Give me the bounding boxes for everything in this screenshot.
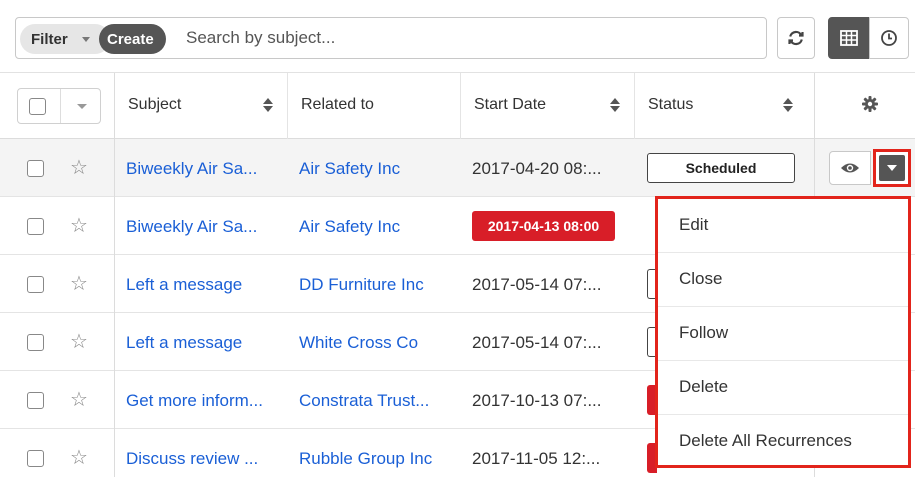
related-link[interactable]: Air Safety Inc xyxy=(299,159,400,179)
sort-icon[interactable] xyxy=(263,97,273,113)
select-all-column xyxy=(15,73,104,139)
star-icon[interactable]: ☆ xyxy=(70,448,88,468)
row-checkbox[interactable] xyxy=(27,160,44,177)
chevron-down-icon[interactable] xyxy=(77,104,87,109)
subject-link[interactable]: Discuss review ... xyxy=(126,449,258,469)
activity-stream-button[interactable] xyxy=(869,17,909,59)
row-checkbox[interactable] xyxy=(27,392,44,409)
table-header: Subject Related to Start Date Status xyxy=(0,73,915,139)
row-actions-dropdown-button[interactable] xyxy=(873,149,911,187)
related-link[interactable]: White Cross Co xyxy=(299,333,418,353)
subject-link[interactable]: Left a message xyxy=(126,333,242,353)
row-checkbox[interactable] xyxy=(27,218,44,235)
status-label: Scheduled xyxy=(685,160,757,176)
start-date: 2017-10-13 07:... xyxy=(472,391,602,410)
column-header-start-date[interactable]: Start Date xyxy=(460,73,634,139)
subject-link[interactable]: Biweekly Air Sa... xyxy=(126,217,257,237)
subject-link[interactable]: Left a message xyxy=(126,275,242,295)
menu-item-label: Close xyxy=(679,269,723,288)
menu-item-edit[interactable]: Edit xyxy=(658,199,908,253)
sort-icon[interactable] xyxy=(783,97,793,113)
status-badge[interactable]: Scheduled xyxy=(647,153,795,183)
divider xyxy=(60,89,61,123)
column-header-related-to[interactable]: Related to xyxy=(287,73,460,139)
column-header-subject[interactable]: Subject xyxy=(114,73,287,139)
select-all-checkbox[interactable] xyxy=(29,98,46,115)
list-toolbar: Filter Create Search by subject... xyxy=(0,0,915,73)
menu-item-close[interactable]: Close xyxy=(658,253,908,307)
start-date: 2017-11-05 12:... xyxy=(472,449,601,468)
column-header-status[interactable]: Status xyxy=(634,73,814,139)
star-icon[interactable]: ☆ xyxy=(70,390,88,410)
menu-item-follow[interactable]: Follow xyxy=(658,307,908,361)
search-input[interactable]: Search by subject... xyxy=(186,28,335,48)
menu-item-label: Edit xyxy=(679,215,709,234)
row-checkbox[interactable] xyxy=(27,334,44,351)
start-date: 2017-04-13 08:00 xyxy=(487,218,600,234)
start-date: 2017-05-14 07:... xyxy=(472,275,602,294)
menu-item-label: Delete xyxy=(679,377,729,396)
subject-link[interactable]: Get more inform... xyxy=(126,391,263,411)
column-label-start-date: Start Date xyxy=(474,96,547,113)
menu-item-label: Follow xyxy=(679,323,729,342)
chevron-down-icon xyxy=(82,37,90,42)
create-label: Create xyxy=(107,31,154,48)
start-date: 2017-05-14 07:... xyxy=(472,333,602,352)
column-label-status: Status xyxy=(648,96,694,113)
table-row[interactable]: ☆ Biweekly Air Sa... Air Safety Inc 2017… xyxy=(0,139,915,197)
create-filter-button[interactable]: Create xyxy=(99,24,166,54)
filter-label: Filter xyxy=(31,31,68,48)
menu-item-delete[interactable]: Delete xyxy=(658,361,908,415)
row-actions-menu: Edit Close Follow Delete Delete All Recu… xyxy=(655,196,911,468)
refresh-icon xyxy=(778,18,814,58)
overdue-date-badge: 2017-04-13 08:00 xyxy=(472,211,615,241)
star-icon[interactable]: ☆ xyxy=(70,332,88,352)
menu-item-label: Delete All Recurrences xyxy=(679,431,852,450)
related-link[interactable]: Rubble Group Inc xyxy=(299,449,432,469)
star-icon[interactable]: ☆ xyxy=(70,274,88,294)
star-icon[interactable]: ☆ xyxy=(70,216,88,236)
list-view-button[interactable] xyxy=(828,17,870,59)
row-checkbox[interactable] xyxy=(27,276,44,293)
related-link[interactable]: Air Safety Inc xyxy=(299,217,400,237)
caret-down-icon xyxy=(879,155,905,181)
column-label-subject: Subject xyxy=(128,96,182,113)
row-checkbox[interactable] xyxy=(27,450,44,467)
star-icon[interactable]: ☆ xyxy=(70,158,88,178)
mass-select-control[interactable] xyxy=(17,88,101,124)
related-link[interactable]: Constrata Trust... xyxy=(299,391,429,411)
preview-button[interactable] xyxy=(829,151,871,185)
start-date: 2017-04-20 08:... xyxy=(472,159,602,178)
filter-search-bar[interactable]: Filter Create Search by subject... xyxy=(15,17,767,59)
sort-icon[interactable] xyxy=(610,97,620,113)
refresh-button[interactable] xyxy=(777,17,815,59)
menu-item-delete-all-recurrences[interactable]: Delete All Recurrences xyxy=(658,415,908,469)
related-link[interactable]: DD Furniture Inc xyxy=(299,275,424,295)
subject-link[interactable]: Biweekly Air Sa... xyxy=(126,159,257,179)
column-label-related-to: Related to xyxy=(301,96,374,113)
eye-icon xyxy=(830,152,870,184)
column-divider xyxy=(114,139,115,477)
list-view-icon xyxy=(829,18,869,58)
filter-button[interactable]: Filter xyxy=(20,24,110,54)
clock-icon xyxy=(870,18,908,58)
